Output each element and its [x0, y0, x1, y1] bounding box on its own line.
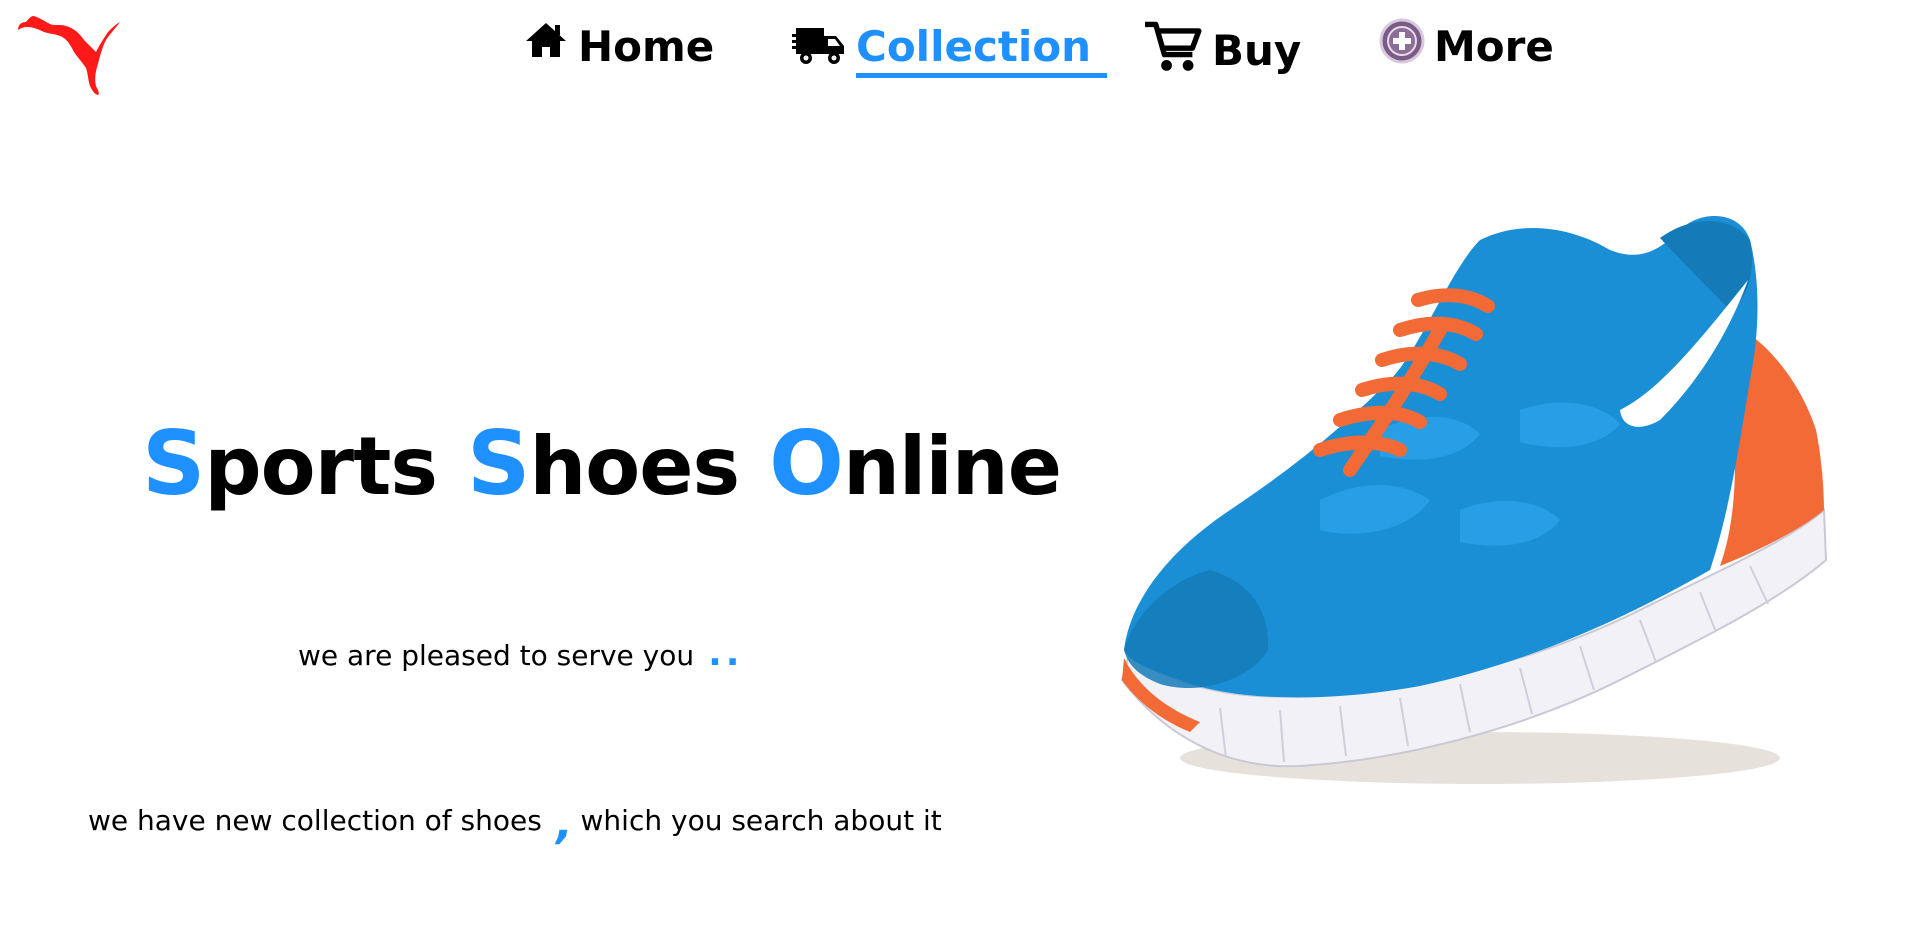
hero-title: Sports Shoes Online	[142, 412, 1062, 515]
plus-circle-icon	[1379, 18, 1425, 63]
house-icon	[526, 22, 566, 57]
nav-label-collection: Collection	[856, 22, 1108, 78]
main-nav: Home Collection Buy More	[0, 14, 1920, 94]
nav-item-more[interactable]: More	[1378, 18, 1554, 71]
nav-label-home: Home	[578, 22, 715, 71]
running-shoe-image	[1120, 216, 1828, 784]
nav-item-buy[interactable]: Buy	[1142, 21, 1302, 78]
subline-comma: ,	[551, 798, 578, 849]
subline-text-1: we have new collection of shoes	[88, 804, 542, 837]
nav-label-more: More	[1434, 22, 1554, 71]
hero-word-shoes: Shoes	[466, 412, 740, 515]
hero-word-online: Online	[769, 412, 1062, 515]
hero-subline: we have new collection of shoes, which yo…	[88, 790, 942, 849]
shopping-cart-icon	[1145, 21, 1202, 71]
nav-item-home[interactable]: Home	[522, 22, 714, 71]
nav-item-collection[interactable]: Collection	[792, 22, 1108, 78]
tagline-dots: ..	[708, 633, 744, 674]
delivery-truck-icon	[792, 28, 844, 64]
hero-word-sports: Sports	[142, 412, 438, 515]
subline-text-2: which you search about it	[580, 804, 942, 837]
page: Home Collection Buy More Sports Shoes On…	[0, 0, 1920, 932]
nav-label-buy: Buy	[1212, 25, 1302, 75]
tagline-text: we are pleased to serve you	[298, 639, 695, 672]
hero-tagline: we are pleased to serve you..	[298, 633, 743, 674]
